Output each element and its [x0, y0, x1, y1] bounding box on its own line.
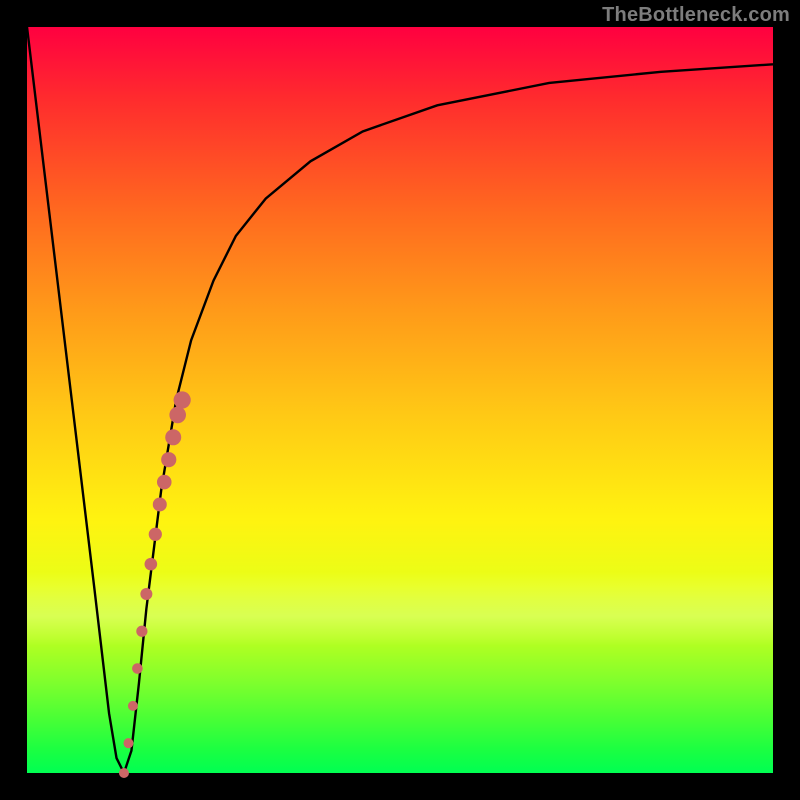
- highlight-point: [119, 768, 129, 778]
- highlight-point: [132, 663, 143, 674]
- watermark-text: TheBottleneck.com: [602, 4, 790, 27]
- highlight-point: [161, 452, 176, 467]
- highlight-point: [136, 626, 147, 637]
- plot-area: [27, 27, 773, 773]
- bottleneck-curve: [27, 27, 773, 773]
- highlight-point: [128, 701, 138, 711]
- highlight-point: [157, 475, 172, 490]
- highlight-point: [169, 407, 186, 424]
- highlight-point: [123, 738, 133, 748]
- highlight-point: [165, 429, 181, 445]
- highlight-series: [119, 391, 191, 778]
- highlight-point: [174, 391, 191, 408]
- chart-svg: [27, 27, 773, 773]
- highlight-point: [140, 588, 152, 600]
- highlight-band: [27, 572, 773, 647]
- highlight-point: [145, 558, 158, 571]
- highlight-point: [153, 497, 167, 511]
- highlight-point: [149, 528, 162, 541]
- chart-frame: TheBottleneck.com: [0, 0, 800, 800]
